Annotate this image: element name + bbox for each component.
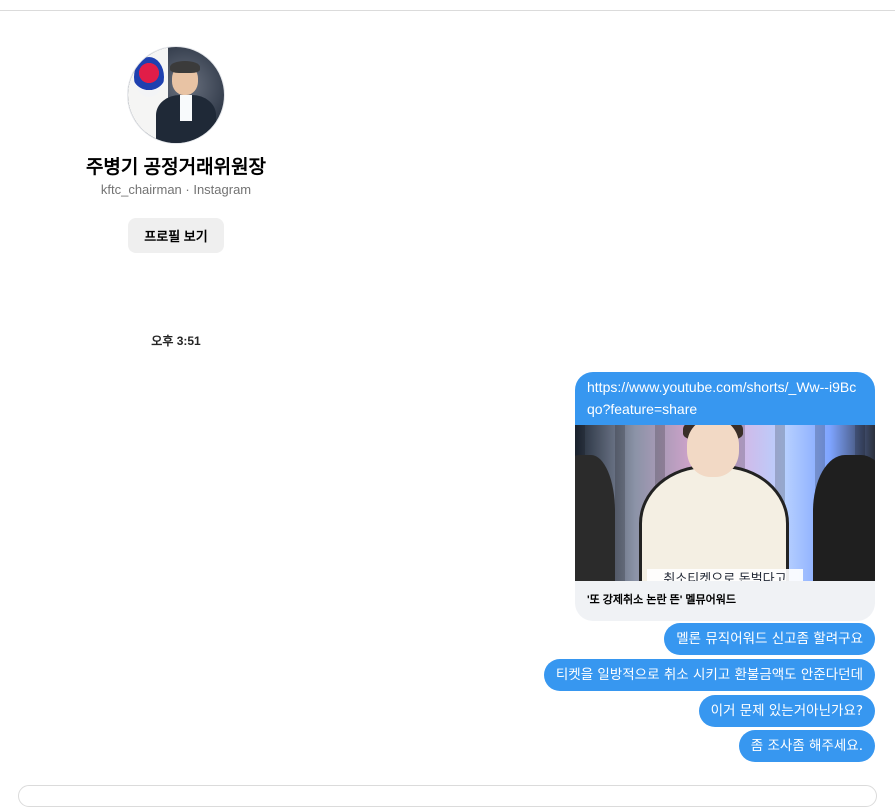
thumbnail-person-right: [813, 455, 875, 581]
avatar-hair: [170, 61, 200, 73]
message-bubble[interactable]: 멜론 뮤직어워드 신고좀 할려구요: [664, 623, 875, 655]
link-title[interactable]: '또 강제취소 논란 뜬' 멜뮤어워드: [575, 581, 875, 619]
thumbnail-head: [687, 425, 739, 477]
top-divider: [0, 10, 895, 11]
message-bubble[interactable]: 이거 문제 있는거아닌가요?: [698, 695, 875, 727]
profile-header: 주병기 공정거래위원장 kftc_chairman · Instagram 프로…: [76, 46, 276, 253]
profile-name: 주병기 공정거래위원장: [85, 157, 267, 178]
message-input[interactable]: [18, 785, 877, 807]
avatar[interactable]: [127, 46, 225, 144]
avatar-shirt: [180, 95, 192, 121]
profile-subtitle: kftc_chairman · Instagram: [100, 182, 252, 197]
shared-link-card[interactable]: https://www.youtube.com/shorts/_Ww--i9Bc…: [575, 372, 875, 621]
link-thumbnail[interactable]: 취소티켓으로 돈벌다고: [575, 425, 875, 581]
message-bubble[interactable]: 티켓을 일방적으로 취소 시키고 환불금액도 안준다던데: [543, 659, 875, 691]
flag-icon: [134, 57, 164, 97]
thumbnail-person-left: [575, 455, 615, 581]
message-timestamp: 오후 3:51: [151, 334, 201, 348]
thumbnail-person-center: [639, 465, 789, 581]
view-profile-button[interactable]: 프로필 보기: [128, 218, 224, 253]
link-url[interactable]: https://www.youtube.com/shorts/_Ww--i9Bc…: [575, 372, 875, 425]
message-bubble[interactable]: 좀 조사좀 해주세요.: [738, 730, 875, 762]
thumbnail-caption: 취소티켓으로 돈벌다고: [647, 569, 803, 581]
